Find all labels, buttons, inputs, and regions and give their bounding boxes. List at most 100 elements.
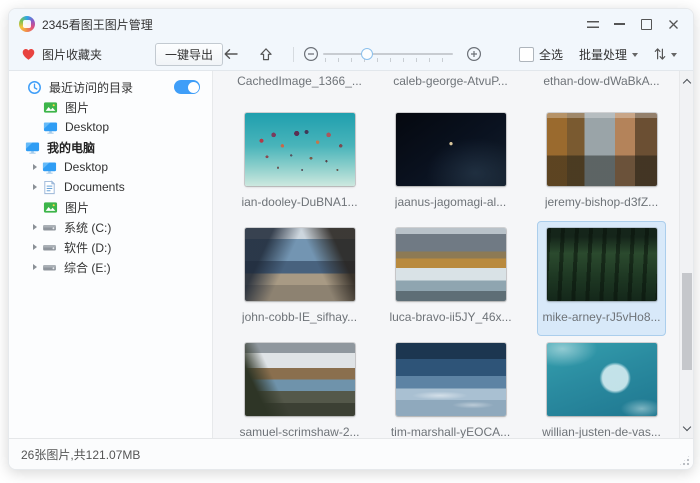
image-grid-area: CachedImage_1366_...caleb-george-AtvuP..…	[213, 71, 693, 438]
heart-icon	[21, 47, 36, 61]
chevron-down-icon	[682, 422, 690, 430]
sidebar-item-computer-4[interactable]: 软件 (D:)	[9, 237, 212, 257]
window-controls	[579, 9, 687, 39]
select-all-control[interactable]: 全选	[519, 46, 563, 63]
zoom-in-icon	[466, 46, 482, 62]
sidebar-recent-items: 图片Desktop	[9, 97, 212, 137]
vertical-scrollbar[interactable]	[679, 71, 693, 438]
toggle-knob	[188, 82, 199, 93]
status-text: 26张图片,共121.07MB	[21, 446, 140, 463]
sidebar-computer-items: Desktop Documents 图片系统 (C:)软件 (D:) 综合 (E:)	[9, 157, 212, 277]
chevron-down-icon	[671, 53, 677, 57]
app-window: 2345看图王图片管理 图片收藏夹 一键导出	[8, 8, 694, 470]
app-logo-icon	[19, 16, 35, 32]
sort-order-dropdown[interactable]	[654, 47, 677, 61]
image-thumbnail	[547, 113, 657, 186]
menu-lines-icon	[587, 21, 599, 28]
sidebar-item-label: 综合 (E:)	[64, 259, 111, 276]
grid-partial-row: CachedImage_1366_...caleb-george-AtvuP..…	[213, 71, 679, 106]
close-icon	[668, 19, 679, 30]
resize-grip[interactable]	[679, 455, 690, 466]
favorites-label: 图片收藏夹	[42, 46, 102, 63]
close-button[interactable]	[660, 12, 687, 36]
image-filename: willian-justen-de-vas...	[542, 425, 661, 438]
back-button[interactable]	[223, 39, 239, 69]
scroll-up-button[interactable]	[680, 73, 693, 89]
sidebar-item-computer-1[interactable]: Documents	[9, 177, 212, 197]
image-filename: jaanus-jagomagi-al...	[395, 195, 506, 209]
sidebar-item-recent-0[interactable]: 图片	[9, 97, 212, 117]
minimize-icon	[614, 23, 625, 24]
toolbar: 图片收藏夹 一键导出 全选 批量处	[9, 39, 693, 71]
sidebar-item-label: 图片	[65, 99, 89, 116]
image-thumbnail	[245, 113, 355, 186]
up-arrow-icon	[258, 47, 274, 62]
sidebar-item-label: Desktop	[64, 160, 108, 174]
sidebar: 最近访问的目录 图片Desktop 我的电脑 DesktopDocuments图…	[9, 71, 213, 438]
expand-arrow-icon[interactable]	[33, 244, 37, 250]
scroll-down-button[interactable]	[680, 420, 693, 436]
image-cell-selected[interactable]: mike-arney-rJ5vHo8...	[537, 221, 666, 336]
image-filename: ian-dooley-DuBNA1...	[241, 195, 357, 209]
batch-process-dropdown[interactable]: 批量处理	[579, 46, 638, 63]
up-directory-button[interactable]	[258, 39, 274, 69]
sidebar-item-recent-1[interactable]: Desktop	[9, 117, 212, 137]
back-arrow-icon	[223, 47, 239, 61]
sidebar-computer-header[interactable]: 我的电脑	[9, 137, 212, 157]
monitor-icon	[42, 160, 57, 175]
image-filename[interactable]: ethan-dow-dWaBkA...	[526, 71, 677, 106]
sidebar-item-computer-3[interactable]: 系统 (C:)	[9, 217, 212, 237]
minimize-button[interactable]	[606, 12, 633, 36]
sidebar-computer-label: 我的电脑	[47, 139, 95, 156]
expand-arrow-icon[interactable]	[33, 164, 37, 170]
image-filename: mike-arney-rJ5vHo8...	[542, 310, 660, 324]
sidebar-recent-header[interactable]: 最近访问的目录	[9, 77, 212, 97]
maximize-button[interactable]	[633, 12, 660, 36]
select-all-checkbox[interactable]	[519, 47, 534, 62]
image-cell[interactable]: jaanus-jagomagi-al...	[386, 106, 515, 221]
image-cell[interactable]: samuel-scrimshaw-2...	[235, 336, 364, 438]
image-filename[interactable]: caleb-george-AtvuP...	[375, 71, 526, 106]
sidebar-item-computer-2[interactable]: 图片	[9, 197, 212, 217]
image-filename: tim-marshall-yEOCA...	[391, 425, 510, 438]
zoom-slider[interactable]	[323, 39, 453, 69]
favorites-button[interactable]: 图片收藏夹	[21, 39, 102, 69]
image-cell[interactable]: willian-justen-de-vas...	[537, 336, 666, 438]
batch-process-label: 批量处理	[579, 46, 627, 63]
zoom-out-icon	[303, 46, 319, 62]
zoom-slider-track[interactable]	[323, 53, 453, 55]
image-cell[interactable]: ian-dooley-DuBNA1...	[235, 106, 364, 221]
sidebar-item-label: 系统 (C:)	[64, 219, 111, 236]
sidebar-item-computer-0[interactable]: Desktop	[9, 157, 212, 177]
menu-icon[interactable]	[579, 12, 606, 36]
scrollbar-thumb[interactable]	[682, 273, 692, 370]
maximize-icon	[641, 19, 652, 30]
drive-icon	[42, 260, 57, 275]
expand-arrow-icon[interactable]	[33, 224, 37, 230]
image-cell[interactable]: tim-marshall-yEOCA...	[386, 336, 515, 438]
image-thumbnail	[547, 228, 657, 301]
image-thumbnail	[396, 343, 506, 416]
zoom-slider-ticks	[325, 58, 453, 62]
zoom-out-button[interactable]	[303, 39, 319, 69]
image-cell[interactable]: john-cobb-IE_sifhay...	[235, 221, 364, 336]
clock-icon	[27, 80, 42, 95]
document-icon	[42, 180, 57, 195]
export-button[interactable]: 一键导出	[155, 43, 223, 66]
image-cell[interactable]: jeremy-bishop-d3fZ...	[537, 106, 666, 221]
chevron-up-icon	[682, 78, 690, 86]
image-thumbnail	[245, 228, 355, 301]
recent-toggle-switch[interactable]	[174, 80, 200, 94]
expand-arrow-icon[interactable]	[33, 264, 37, 270]
zoom-in-button[interactable]	[466, 39, 482, 69]
image-thumbnail	[396, 113, 506, 186]
grid-cells: ian-dooley-DuBNA1... jaanus-jagomagi-al..…	[213, 106, 679, 438]
sidebar-item-label: Documents	[64, 180, 125, 194]
expand-arrow-icon[interactable]	[33, 184, 37, 190]
image-filename[interactable]: CachedImage_1366_...	[224, 71, 375, 106]
image-cell[interactable]: luca-bravo-ii5JY_46x...	[386, 221, 515, 336]
drive-icon	[42, 240, 57, 255]
sidebar-item-computer-5[interactable]: 综合 (E:)	[9, 257, 212, 277]
select-all-label: 全选	[539, 46, 563, 63]
content-area: 最近访问的目录 图片Desktop 我的电脑 DesktopDocuments图…	[9, 71, 693, 438]
